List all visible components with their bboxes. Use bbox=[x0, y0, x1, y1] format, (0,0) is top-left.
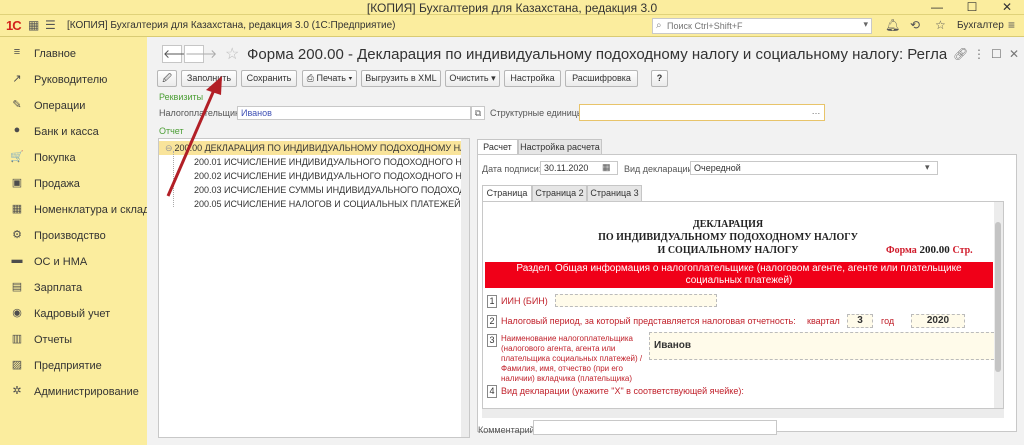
annotation-arrow bbox=[166, 76, 222, 197]
